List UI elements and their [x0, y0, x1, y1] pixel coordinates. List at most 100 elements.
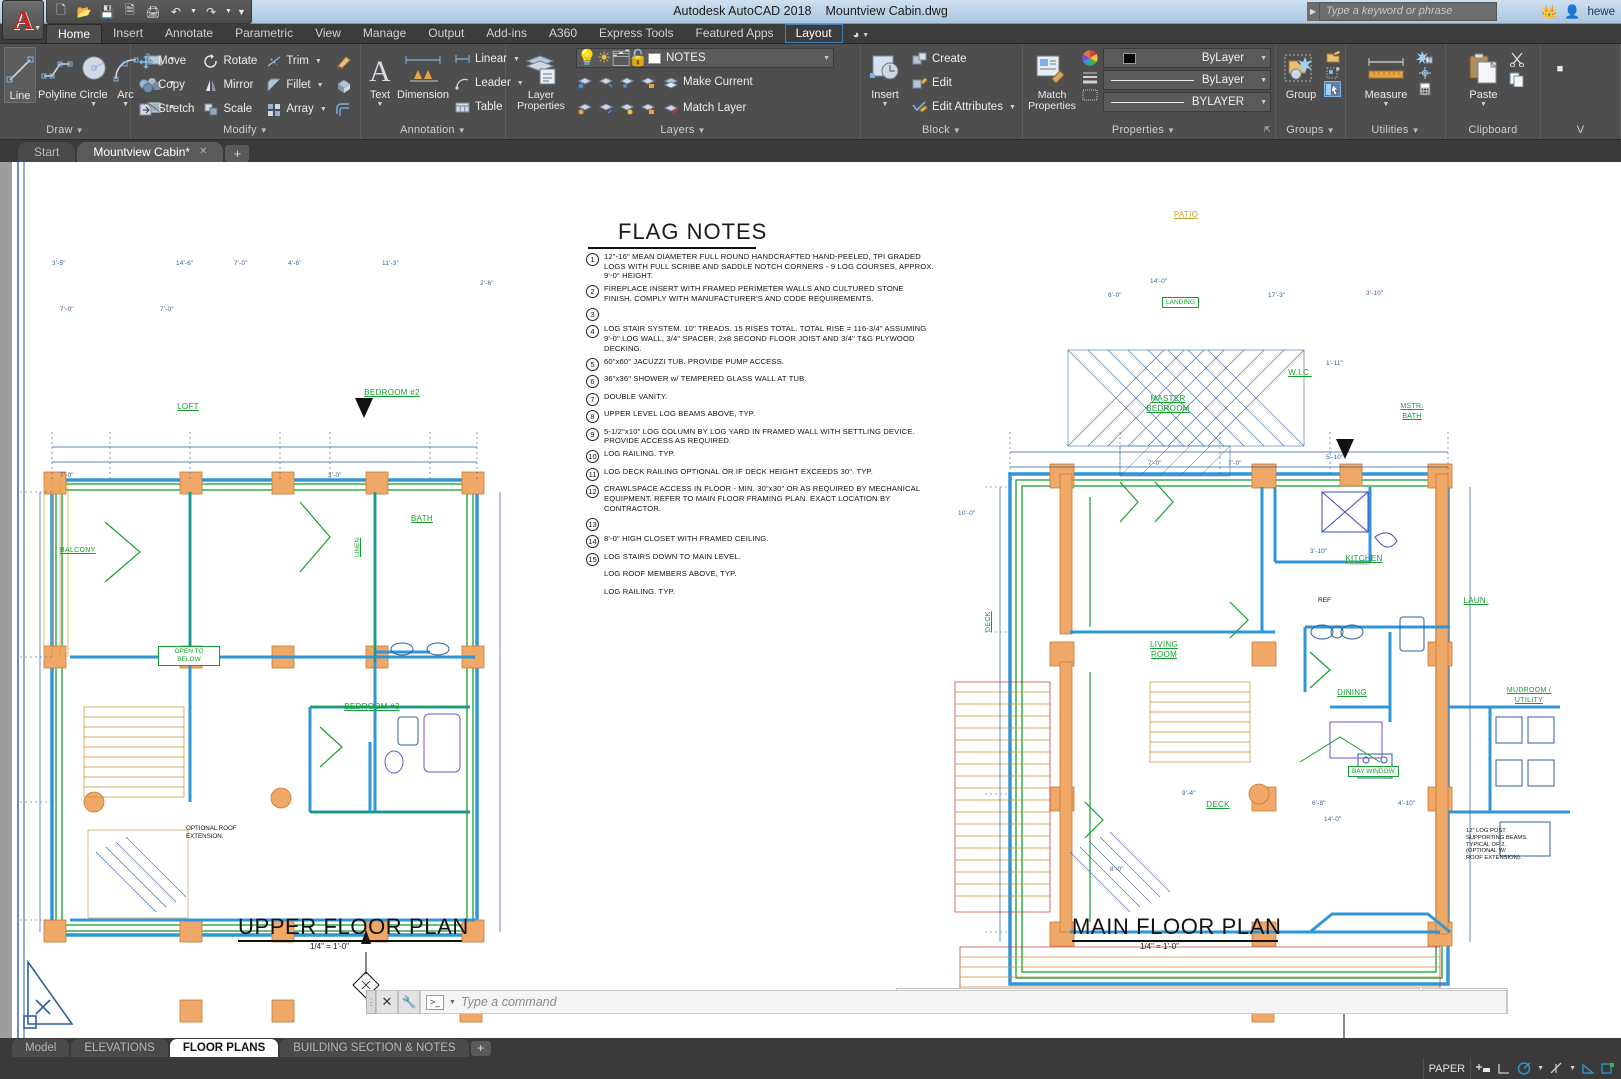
tool-move[interactable]: Move: [135, 49, 198, 73]
freeze-icon[interactable]: 🗂: [611, 50, 631, 67]
file-tab-mountview-cabin[interactable]: Mountview Cabin* ✕: [77, 142, 224, 162]
chevron-down-icon[interactable]: ▼: [1260, 77, 1267, 84]
command-options-icon[interactable]: 🔧: [398, 990, 420, 1014]
panel-title-layers[interactable]: Layers ▼: [506, 121, 860, 139]
unlock-icon[interactable]: 🔓: [628, 50, 648, 67]
undo-icon[interactable]: ↶: [166, 2, 186, 22]
current-layer-control[interactable]: 💡 ☀ 🗂 🔓 NOTES ▼: [576, 48, 834, 68]
quick-select-icon[interactable]: [1416, 49, 1433, 64]
sun-icon[interactable]: ☀: [597, 50, 611, 67]
new-file-tab-button[interactable]: +: [225, 145, 250, 162]
ribbon-tab-output[interactable]: Output: [417, 24, 475, 43]
panel-dialog-launcher-icon[interactable]: ⇱: [1264, 121, 1271, 139]
chevron-down-icon[interactable]: ▼: [449, 999, 456, 1006]
tool-view-overflow[interactable]: ■: [1545, 47, 1575, 89]
calculator-icon[interactable]: [1416, 81, 1433, 96]
panel-title-clipboard[interactable]: Clipboard: [1446, 121, 1540, 139]
layout-tab-model[interactable]: Model: [12, 1039, 70, 1057]
ribbon-tab-featured-apps[interactable]: Featured Apps: [685, 24, 785, 43]
ribbon-tab-home[interactable]: Home: [46, 24, 103, 43]
lightbulb-icon[interactable]: 💡: [577, 50, 597, 67]
tool-polyline[interactable]: Polyline: [38, 47, 77, 101]
otrack-icon[interactable]: [1581, 1062, 1596, 1075]
chevron-down-icon[interactable]: ▼: [1569, 1065, 1576, 1072]
chevron-down-icon[interactable]: ▼: [317, 82, 324, 89]
lineweight-control[interactable]: BYLAYER ▼: [1103, 92, 1271, 112]
search-area[interactable]: ▶ Type a keyword or phrase: [1307, 2, 1497, 21]
chevron-down-icon[interactable]: ▼: [34, 25, 41, 32]
tool-edit-block[interactable]: Edit: [909, 71, 1020, 95]
tool-erase[interactable]: [333, 49, 356, 73]
command-input[interactable]: Type a command: [461, 995, 557, 1009]
panel-title-draw[interactable]: Draw ▼: [0, 121, 130, 139]
space-toggle[interactable]: PAPER: [1422, 1058, 1470, 1079]
layer-unlock-icon[interactable]: [639, 100, 656, 117]
ribbon-tab-view[interactable]: View: [304, 24, 352, 43]
group-selection-icon[interactable]: [1324, 81, 1341, 97]
save-as-icon[interactable]: 🗎: [120, 2, 140, 22]
undo-dropdown-icon[interactable]: ▼: [189, 2, 198, 22]
add-viewport-icon[interactable]: [1476, 1062, 1492, 1075]
close-icon[interactable]: ✕: [199, 142, 207, 162]
layout-tab-floor-plans[interactable]: FLOOR PLANS: [169, 1039, 279, 1057]
layer-color-swatch-icon[interactable]: [648, 52, 661, 64]
ribbon-tab-insert[interactable]: Insert: [102, 24, 154, 43]
tool-explode[interactable]: [333, 73, 356, 97]
chevron-down-icon[interactable]: ▼: [1480, 101, 1487, 108]
command-line-grip[interactable]: ⋮: [366, 990, 376, 1014]
search-dropdown-arrow[interactable]: ▶: [1307, 2, 1319, 21]
ribbon-tab-annotate[interactable]: Annotate: [154, 24, 224, 43]
file-tab-start[interactable]: Start: [18, 142, 76, 162]
command-line[interactable]: ⋮ ✕ 🔧 >_ ▼ Type a command: [366, 989, 1507, 1015]
tool-measure[interactable]: Measure ▼: [1358, 47, 1414, 108]
ribbon-tab-a360[interactable]: A360: [538, 24, 588, 43]
tool-make-current[interactable]: Make Current: [660, 70, 757, 94]
drawing-canvas[interactable]: FLAG NOTES 1 12"-16" MEAN DIAMETER FULL R…: [0, 162, 1621, 1038]
chevron-down-icon[interactable]: ▼: [122, 101, 129, 108]
redo-icon[interactable]: ↷: [201, 2, 221, 22]
chevron-down-icon[interactable]: ▼: [1537, 1065, 1544, 1072]
new-layout-button[interactable]: +: [470, 1040, 491, 1056]
point-id-icon[interactable]: [1416, 65, 1433, 80]
tool-mirror[interactable]: Mirror: [200, 73, 261, 97]
chevron-down-icon[interactable]: ▼: [1260, 99, 1267, 106]
chevron-down-icon[interactable]: ▼: [1383, 101, 1390, 108]
tool-offset[interactable]: [333, 97, 356, 121]
panel-title-block[interactable]: Block ▼: [861, 121, 1022, 139]
ungroup-icon[interactable]: [1324, 49, 1341, 64]
color-control[interactable]: ByLayer ▼: [1103, 48, 1271, 68]
search-input[interactable]: Type a keyword or phrase: [1319, 2, 1497, 21]
customize-qat-icon[interactable]: ▼: [236, 2, 247, 22]
ribbon-tab-parametric[interactable]: Parametric: [224, 24, 304, 43]
tool-layer-properties[interactable]: Layer Properties: [510, 48, 572, 112]
tool-dimension[interactable]: Dimension: [397, 47, 449, 101]
layer-off-icon[interactable]: [597, 74, 614, 91]
transparency-icon[interactable]: [1081, 87, 1099, 103]
tool-fillet[interactable]: Fillet ▼: [263, 73, 330, 97]
tool-paste[interactable]: Paste ▼: [1461, 47, 1507, 108]
layer-on-icon[interactable]: [618, 100, 635, 117]
panel-title-annotation[interactable]: Annotation ▼: [361, 121, 505, 139]
plot-icon[interactable]: 🖨: [143, 2, 163, 22]
tool-match-layer[interactable]: Match Layer: [660, 96, 750, 120]
lineweight-icon[interactable]: [1081, 69, 1099, 85]
chevron-down-icon[interactable]: ▼: [823, 55, 830, 62]
tool-stretch[interactable]: Stretch: [135, 97, 198, 121]
tool-copy[interactable]: Copy: [135, 73, 198, 97]
panel-title-properties[interactable]: Properties ▼ ⇱: [1023, 121, 1275, 139]
layout-tab-building-section-notes[interactable]: BUILDING SECTION & NOTES: [280, 1039, 469, 1057]
user-name[interactable]: hewe: [1588, 6, 1616, 18]
tool-match-properties[interactable]: Match Properties: [1027, 48, 1077, 112]
redo-dropdown-icon[interactable]: ▼: [224, 2, 233, 22]
group-edit-icon[interactable]: [1324, 65, 1341, 80]
panel-title-utilities[interactable]: Utilities ▼: [1346, 121, 1445, 139]
chevron-down-icon[interactable]: ▼: [1009, 104, 1016, 111]
panel-title-groups[interactable]: Groups ▼: [1276, 121, 1345, 139]
chevron-down-icon[interactable]: ▼: [320, 106, 327, 113]
open-icon[interactable]: 📂: [74, 2, 94, 22]
application-menu-button[interactable]: A ▼: [2, 0, 44, 40]
chevron-down-icon[interactable]: ▼: [90, 101, 97, 108]
layer-unisolate-icon[interactable]: [576, 100, 593, 117]
chevron-down-icon[interactable]: ▼: [882, 101, 889, 108]
ribbon-display-options[interactable]: ◕ ▼: [853, 29, 870, 43]
